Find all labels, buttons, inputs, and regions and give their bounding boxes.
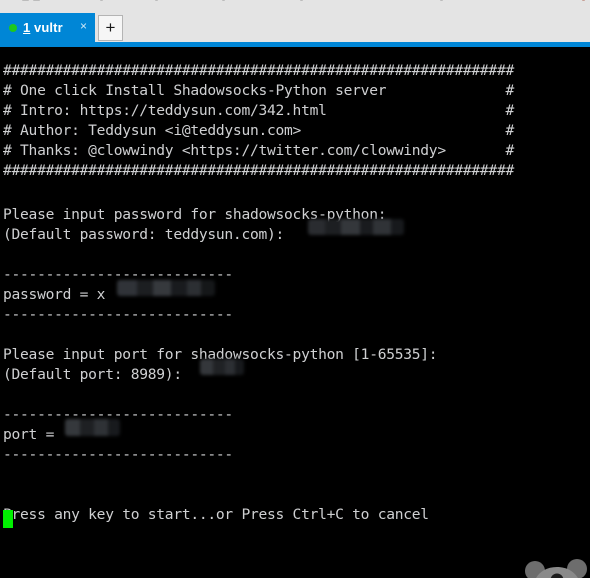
- toolbar-ghost-icon: [440, 0, 443, 1]
- port-value-redaction: [65, 419, 120, 436]
- toolbar-ghost-icon: [582, 0, 585, 1]
- browser-window: 1 vultr × + ############################…: [0, 0, 590, 578]
- terminal-line: (Default password: teddysun.com):: [3, 226, 285, 243]
- terminal-line: Press any key to start...or Press Ctrl+C…: [3, 506, 429, 523]
- terminal-line: ---------------------------: [3, 446, 233, 463]
- csdn-logo-icon: [525, 559, 587, 578]
- tab-session-name: vultr: [30, 20, 63, 35]
- password-entry-redaction: [308, 219, 404, 235]
- password-value-redaction: [117, 280, 215, 296]
- terminal-line: # One click Install Shadowsocks-Python s…: [3, 82, 514, 99]
- terminal-line: ---------------------------: [3, 306, 233, 323]
- terminal-line: # Thanks: @clowwindy <https://twitter.co…: [3, 142, 514, 159]
- tab-bar: 1 vultr × +: [0, 13, 590, 47]
- terminal-line: ########################################…: [3, 162, 514, 179]
- new-tab-button[interactable]: +: [98, 15, 123, 41]
- terminal-line: ########################################…: [3, 62, 514, 79]
- toolbar-ghost-icon: [300, 0, 303, 1]
- toolbar-ghost-icon: [22, 0, 29, 1]
- port-entry-redaction: [200, 359, 244, 375]
- terminal-line: # Intro: https://teddysun.com/342.html #: [3, 102, 514, 119]
- toolbar-ghost-icon: [155, 0, 158, 1]
- tab-title: 1 vultr: [23, 20, 63, 35]
- clipped-toolbar-strip: [0, 0, 590, 13]
- terminal-cursor: [3, 510, 13, 528]
- toolbar-ghost-icon: [222, 0, 225, 1]
- tab-vultr[interactable]: 1 vultr ×: [0, 13, 95, 42]
- terminal-line: # Author: Teddysun <i@teddysun.com> #: [3, 122, 514, 139]
- toolbar-ghost-icon: [100, 0, 103, 1]
- terminal-output[interactable]: ########################################…: [0, 47, 590, 578]
- terminal-line: (Default port: 8989):: [3, 366, 182, 383]
- terminal-line: password = x: [3, 286, 106, 303]
- toolbar-ghost-icon: [33, 0, 40, 1]
- status-dot-icon: [9, 23, 17, 32]
- terminal-line: port =: [3, 426, 63, 443]
- close-icon[interactable]: ×: [80, 20, 87, 32]
